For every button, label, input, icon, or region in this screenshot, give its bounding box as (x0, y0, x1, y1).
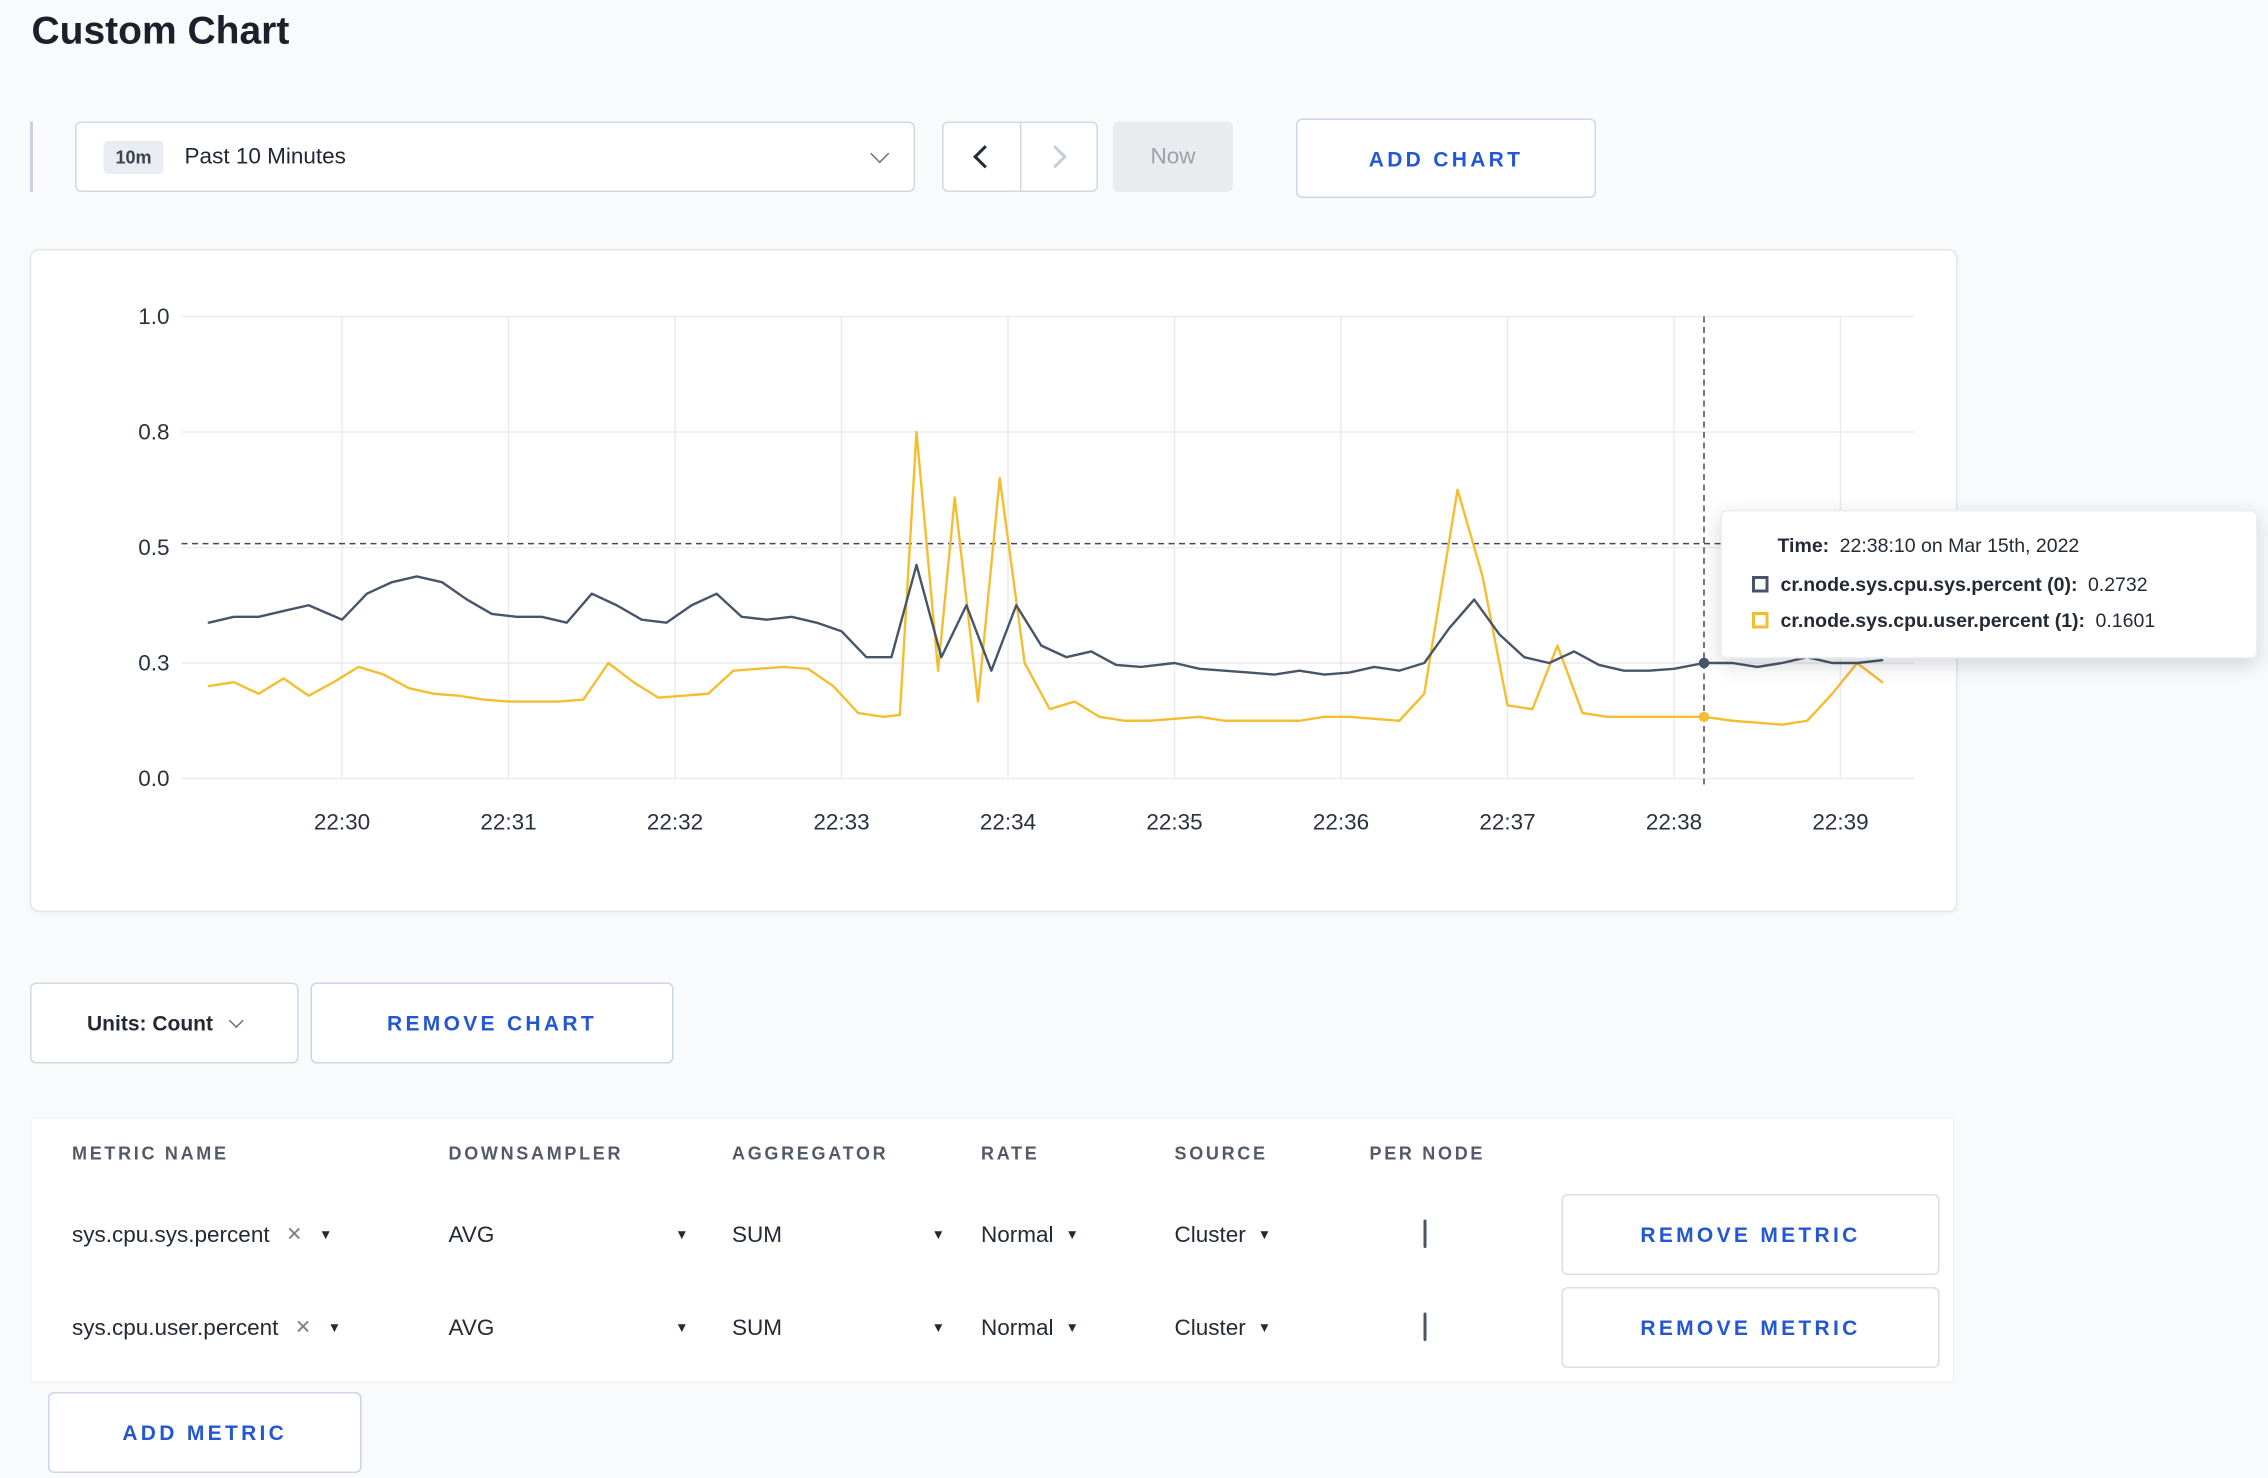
svg-text:22:35: 22:35 (1146, 810, 1202, 835)
prev-range-button[interactable] (942, 121, 1021, 192)
caret-down-icon: ▼ (931, 1227, 945, 1242)
tooltip-time-value: 22:38:10 on Mar 15th, 2022 (1839, 534, 2080, 557)
aggregator-select[interactable]: SUM ▼ (732, 1315, 945, 1341)
svg-text:22:33: 22:33 (813, 810, 869, 835)
clear-metric-icon[interactable]: ✕ (295, 1316, 311, 1340)
units-label: Units: Count (87, 1011, 213, 1035)
metric-name: sys.cpu.user.percent (72, 1314, 279, 1341)
rate-value: Normal (981, 1221, 1054, 1248)
time-range-badge: 10m (103, 140, 164, 174)
chevron-left-icon (972, 145, 997, 169)
tooltip-series-row: cr.node.sys.cpu.sys.percent (0): 0.2732 (1752, 573, 2226, 596)
remove-chart-button[interactable]: REMOVE CHART (310, 982, 674, 1064)
per-node-checkbox[interactable] (1423, 1312, 1427, 1341)
downsampler-select[interactable]: AVG ▼ (449, 1222, 689, 1248)
svg-text:0.3: 0.3 (138, 651, 169, 676)
aggregator-value: SUM (732, 1221, 783, 1248)
downsampler-value: AVG (448, 1221, 495, 1248)
col-header-aggregator: AGGREGATOR (732, 1143, 889, 1164)
svg-text:0.0: 0.0 (138, 766, 169, 791)
svg-text:22:31: 22:31 (480, 810, 536, 835)
caret-down-icon: ▼ (318, 1227, 333, 1242)
svg-text:22:37: 22:37 (1479, 810, 1535, 835)
metric-row: sys.cpu.sys.percent ✕ ▼ AVG ▼ SUM ▼ Norm… (32, 1188, 1954, 1281)
caret-down-icon: ▼ (1257, 1320, 1272, 1335)
svg-text:0.5: 0.5 (138, 535, 169, 560)
tooltip-series-value: 0.2732 (2087, 573, 2148, 596)
now-button[interactable]: Now (1113, 121, 1233, 192)
chart-panel: 0.0 0.3 0.5 0.8 1.0 22:30 22:31 22:32 22:33 22:34… (30, 249, 1958, 912)
next-range-button[interactable] (1020, 121, 1098, 192)
caret-down-icon: ▼ (931, 1320, 945, 1335)
aggregator-select[interactable]: SUM ▼ (732, 1222, 945, 1248)
col-header-rate: RATE (981, 1143, 1040, 1164)
series-swatch-icon (1752, 576, 1769, 593)
toolbar-divider (30, 121, 33, 192)
add-chart-button[interactable]: ADD CHART (1296, 118, 1596, 198)
metric-name-select[interactable]: sys.cpu.sys.percent ✕ ▼ (72, 1222, 449, 1248)
col-header-per-node: PER NODE (1369, 1143, 1486, 1164)
aggregator-value: SUM (732, 1314, 783, 1341)
time-range-label: Past 10 Minutes (184, 144, 346, 170)
tooltip-series-label: cr.node.sys.cpu.sys.percent (0): (1780, 573, 2078, 596)
svg-text:22:32: 22:32 (647, 810, 703, 835)
metric-name: sys.cpu.sys.percent (72, 1221, 270, 1248)
metric-name-select[interactable]: sys.cpu.user.percent ✕ ▼ (72, 1315, 449, 1341)
svg-text:22:34: 22:34 (980, 810, 1036, 835)
caret-down-icon: ▼ (1065, 1227, 1079, 1242)
rate-select[interactable]: Normal ▼ (981, 1315, 1175, 1341)
source-select[interactable]: Cluster ▼ (1175, 1222, 1370, 1248)
tooltip-series-value: 0.1601 (2095, 609, 2156, 632)
series-swatch-icon (1752, 612, 1769, 629)
time-range-select[interactable]: 10m Past 10 Minutes (75, 121, 915, 192)
remove-metric-button[interactable]: REMOVE METRIC (1561, 1287, 1940, 1368)
per-node-checkbox[interactable] (1423, 1219, 1427, 1248)
caret-down-icon: ▼ (675, 1320, 689, 1335)
units-select[interactable]: Units: Count (30, 982, 299, 1064)
tooltip-time: Time: 22:38:10 on Mar 15th, 2022 (1778, 534, 2227, 557)
tooltip-time-label: Time: (1777, 534, 1830, 557)
col-header-source: SOURCE (1174, 1143, 1268, 1164)
source-value: Cluster (1174, 1221, 1246, 1248)
col-header-downsampler: DOWNSAMPLER (448, 1143, 624, 1164)
svg-text:1.0: 1.0 (138, 304, 169, 329)
caret-down-icon: ▼ (1065, 1320, 1079, 1335)
chevron-right-icon (1043, 145, 1068, 169)
chevron-down-icon (870, 144, 890, 164)
svg-text:0.8: 0.8 (138, 420, 169, 445)
metrics-table-header: METRIC NAME DOWNSAMPLER AGGREGATOR RATE … (32, 1119, 1954, 1188)
svg-text:22:38: 22:38 (1646, 810, 1702, 835)
caret-down-icon: ▼ (675, 1227, 689, 1242)
add-metric-button[interactable]: ADD METRIC (48, 1392, 362, 1473)
tooltip-series-row: cr.node.sys.cpu.user.percent (1): 0.1601 (1752, 609, 2226, 632)
col-header-metric-name: METRIC NAME (72, 1143, 229, 1164)
metric-row: sys.cpu.user.percent ✕ ▼ AVG ▼ SUM ▼ Nor… (32, 1281, 1954, 1374)
time-pager (942, 121, 1098, 192)
chart-tooltip: Time: 22:38:10 on Mar 15th, 2022 cr.node.… (1720, 510, 2258, 659)
downsampler-value: AVG (448, 1314, 495, 1341)
page-title: Custom Chart (31, 7, 290, 53)
tooltip-series-label: cr.node.sys.cpu.user.percent (1): (1780, 609, 2086, 632)
svg-text:22:39: 22:39 (1812, 810, 1868, 835)
metrics-table: METRIC NAME DOWNSAMPLER AGGREGATOR RATE … (30, 1117, 1955, 1383)
caret-down-icon: ▼ (1257, 1227, 1272, 1242)
custom-chart-page: Custom Chart 10m Past 10 Minutes Now ADD… (0, 0, 2268, 1478)
remove-metric-button[interactable]: REMOVE METRIC (1561, 1194, 1940, 1275)
svg-text:22:36: 22:36 (1313, 810, 1369, 835)
downsampler-select[interactable]: AVG ▼ (449, 1315, 689, 1341)
rate-value: Normal (981, 1314, 1054, 1341)
caret-down-icon: ▼ (327, 1320, 342, 1335)
chevron-down-icon (228, 1012, 244, 1028)
clear-metric-icon[interactable]: ✕ (286, 1223, 302, 1247)
svg-text:22:30: 22:30 (314, 810, 370, 835)
source-select[interactable]: Cluster ▼ (1175, 1315, 1370, 1341)
rate-select[interactable]: Normal ▼ (981, 1222, 1175, 1248)
source-value: Cluster (1174, 1314, 1246, 1341)
timeseries-chart[interactable]: 0.0 0.3 0.5 0.8 1.0 22:30 22:31 22:32 22:33 22:34… (32, 251, 1957, 911)
